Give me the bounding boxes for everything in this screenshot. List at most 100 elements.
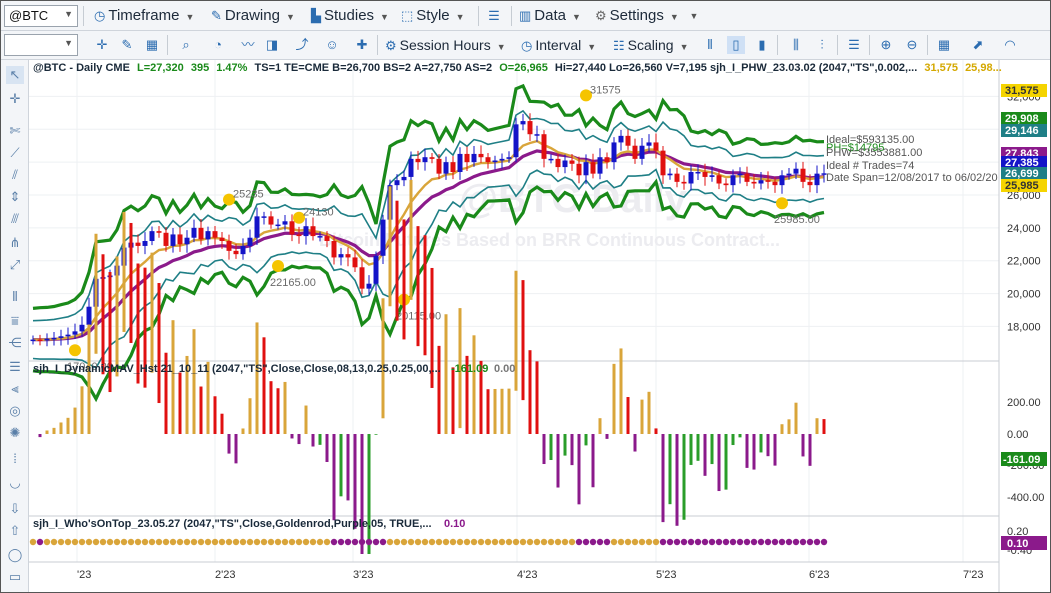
chart-type-icon[interactable]: ◨ (263, 36, 281, 54)
chevron-down-icon[interactable]: ▼ (64, 9, 73, 19)
move-icon[interactable]: ⇕ (6, 188, 24, 206)
drawing-button[interactable]: ✎ Drawing ▼ (211, 5, 295, 27)
zoom-box-icon[interactable]: ⌕ (177, 36, 195, 54)
pencil-icon[interactable]: ✎ (118, 36, 136, 54)
study1-title[interactable]: sjh_I_DynamicMAV_Hst 21_10_11 (2047,"TS"… (33, 363, 441, 375)
candle-body (422, 157, 428, 163)
arrow-up-icon[interactable]: ⇧ (6, 522, 24, 540)
settings-button[interactable]: ⚙ Settings ▼ (595, 5, 679, 27)
layout-icon[interactable]: ☰ (485, 7, 503, 25)
histogram-bar (647, 391, 651, 434)
wot-dot (127, 538, 135, 546)
wot-dot (36, 538, 44, 546)
fib-icon[interactable]: ⩸ (6, 312, 24, 330)
pointer-icon[interactable]: ↖ (6, 66, 24, 84)
candle-body (177, 234, 183, 245)
add-chart-icon[interactable]: ⬈ (969, 36, 987, 54)
scaling-button[interactable]: ☷ Scaling ▼ (613, 34, 689, 56)
ray-icon[interactable]: ⤢ (6, 256, 24, 274)
channel-icon[interactable]: ⫽ (6, 166, 24, 184)
candle-body (723, 183, 729, 186)
wrench-icon[interactable]: ✄ (6, 122, 24, 140)
wot-dot (344, 538, 352, 546)
bar-chart-icon[interactable]: ⫴ (701, 36, 719, 54)
candle-body (506, 157, 512, 159)
wot-dot (540, 538, 548, 546)
candle-body (534, 134, 540, 136)
table-icon[interactable]: ▦ (935, 36, 953, 54)
session-hours-button[interactable]: ⚙ Session Hours ▼ (385, 34, 506, 56)
histogram-bar (759, 434, 763, 453)
panels-icon[interactable]: ☰ (845, 36, 863, 54)
candle-body (226, 241, 232, 251)
histogram-bar (703, 434, 707, 476)
histogram-bar (486, 389, 490, 434)
wot-dot (190, 538, 198, 546)
style-button[interactable]: ⬚ Style ▼ (401, 5, 465, 27)
wave-icon[interactable]: 〰 (239, 36, 257, 54)
histogram-bar (290, 434, 294, 439)
overflow-chevron-icon[interactable]: ▼ (685, 7, 703, 25)
hlines-icon[interactable]: ☰ (6, 358, 24, 376)
crosshair-icon[interactable]: ✛ (6, 90, 24, 108)
candle-body (751, 181, 757, 184)
circle-icon[interactable]: ◎ (6, 402, 24, 420)
person-icon[interactable]: ☺ (323, 36, 341, 54)
histogram-bar (374, 434, 378, 435)
wot-dot (505, 538, 513, 546)
study2-title[interactable]: sjh_I_Who'sOnTop_23.05.27 (2047,"TS",Clo… (33, 518, 432, 530)
candle-body (583, 162, 589, 176)
rectangle-icon[interactable]: ▭ (6, 568, 24, 586)
secondary-combo[interactable]: ▼ (4, 34, 78, 56)
volume-profile-icon[interactable]: ⫶ (813, 36, 831, 54)
wot-dot (498, 538, 506, 546)
speed-lines-icon[interactable]: ⫷ (6, 380, 24, 398)
vertical-line-icon[interactable]: ⦀ (6, 288, 24, 306)
wot-dot (43, 538, 51, 546)
trendline-icon[interactable]: ⟋ (6, 144, 24, 162)
divider (777, 35, 778, 55)
zoom-out-icon[interactable]: ⊖ (903, 36, 921, 54)
parallel-lines-icon[interactable]: ⫻ (6, 210, 24, 228)
chevron-down-icon[interactable]: ▼ (64, 38, 73, 48)
pitchfork-icon[interactable]: ⋔ (6, 234, 24, 252)
speed-icon[interactable]: ◔ (209, 36, 227, 54)
candle-body (597, 157, 603, 174)
zoom-in-icon[interactable]: ⊕ (877, 36, 895, 54)
wot-dot (659, 538, 667, 546)
wot-dot (729, 538, 737, 546)
session-icon: ⚙ (385, 38, 397, 53)
arrow-down-icon[interactable]: ⇩ (6, 500, 24, 518)
volume-bars-icon[interactable]: ⫼ (787, 36, 805, 54)
arc-icon[interactable]: ◡ (6, 474, 24, 492)
histogram-bar (724, 434, 728, 490)
symbol-combo[interactable]: @BTC ▼ (4, 5, 78, 27)
studies-button[interactable]: ▙ Studies ▼ (311, 5, 389, 27)
fan-icon[interactable]: ✺ (6, 424, 24, 442)
candlestick-icon[interactable]: ▯ (727, 36, 745, 54)
candle-body (219, 237, 225, 241)
gann-icon[interactable]: ⋲ (6, 334, 24, 352)
crosshair-icon[interactable]: ✛ (93, 36, 111, 54)
speedometer-icon[interactable]: ◠ (1001, 36, 1019, 54)
wot-dot (407, 538, 415, 546)
wot-dot (309, 538, 317, 546)
trend-icon[interactable]: ⤴ (293, 36, 311, 54)
interval-button[interactable]: ◷ Interval ▼ (521, 34, 596, 56)
chevron-down-icon: ▼ (587, 42, 597, 52)
candle-body (240, 245, 246, 255)
hollow-candle-icon[interactable]: ▮ (753, 36, 771, 54)
ellipse-icon[interactable]: ◯ (6, 546, 24, 564)
puzzle-icon[interactable]: ✚ (353, 36, 371, 54)
chart-area[interactable]: @BTC Daily Bitcoin Futures Based on BRR … (29, 60, 1050, 592)
candle-body (814, 173, 820, 186)
histogram-bar (129, 222, 133, 343)
timeframe-button[interactable]: ◷ Timeframe ▼ (94, 5, 194, 27)
study2-value: 0.10 (444, 518, 465, 530)
histogram-bar (353, 434, 357, 529)
data-button[interactable]: ▥ Data ▼ (519, 5, 581, 27)
grid-icon[interactable]: ▦ (143, 36, 161, 54)
wot-dot (778, 538, 786, 546)
histogram-bar (213, 396, 217, 434)
cycle-lines-icon[interactable]: ⁞ (6, 450, 24, 468)
